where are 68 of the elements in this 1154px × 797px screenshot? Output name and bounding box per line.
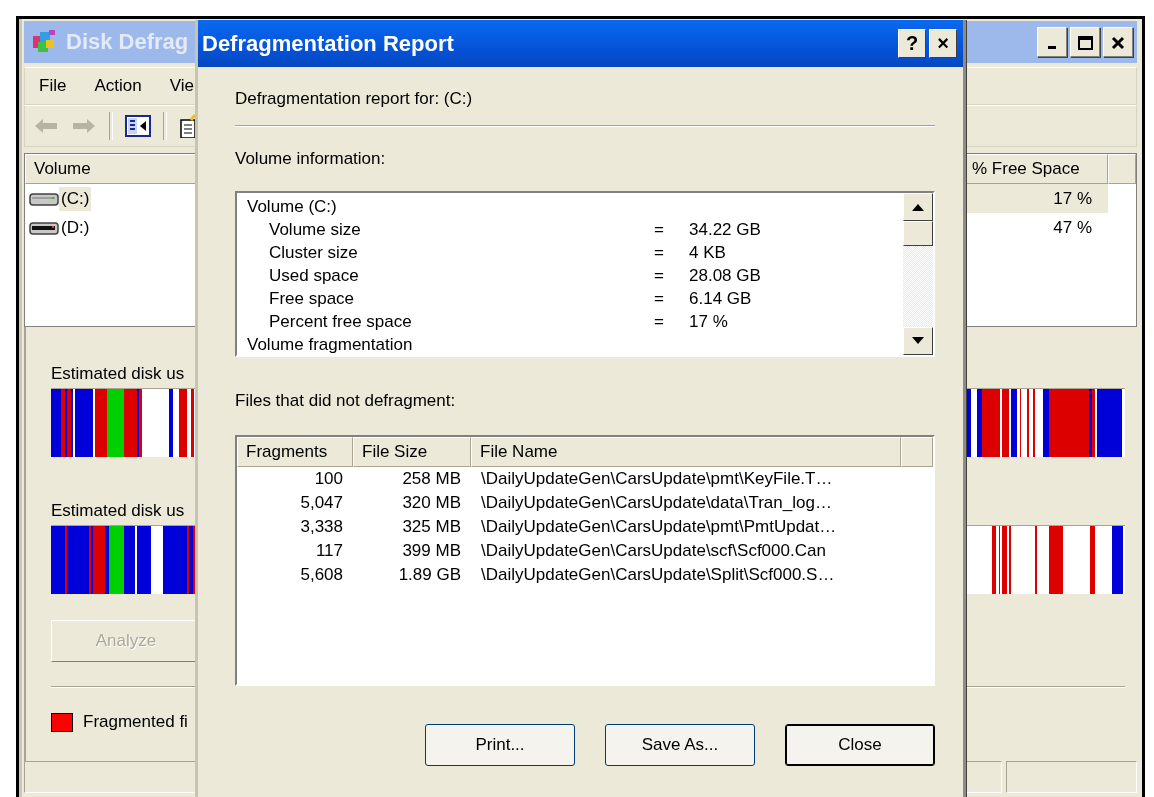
report-heading: Defragmentation report for: (C:) — [235, 89, 474, 110]
drive-icon — [29, 190, 59, 207]
scroll-up-button[interactable] — [903, 193, 933, 221]
help-button[interactable]: ? — [898, 29, 926, 58]
equals-sign: = — [654, 288, 665, 310]
minimize-icon — [1048, 46, 1056, 49]
section-label: Files that did not defragment: — [235, 391, 457, 411]
maximize-button[interactable] — [1070, 27, 1100, 57]
info-label: Used space — [268, 265, 360, 287]
column-header[interactable]: File Name — [471, 437, 901, 467]
scroll-thumb[interactable] — [903, 221, 933, 246]
properties-icon[interactable] — [179, 114, 197, 138]
info-label: Volume size — [268, 219, 362, 241]
column-header[interactable]: Fragments — [237, 437, 353, 467]
down-arrow-icon — [912, 337, 924, 345]
info-label: Cluster size — [268, 242, 359, 264]
table-cell-text: 258 MB — [401, 469, 462, 489]
equals-sign: = — [654, 219, 665, 241]
section-label: Estimated disk us — [51, 500, 185, 521]
table-cell-text: \DailyUpdateGen\CarsUpdate\scf\Scf000.Can — [480, 541, 826, 561]
drive-icon — [29, 219, 59, 236]
table-cell-text: 117 — [314, 541, 344, 561]
table-cell-text: 320 MB — [401, 493, 462, 513]
close-button[interactable]: × — [929, 29, 957, 58]
info-value: 28.08 GB — [689, 265, 761, 287]
list-item[interactable]: (C:) — [59, 186, 92, 211]
info-value: 17 % — [689, 311, 728, 333]
menu-item[interactable]: File — [25, 76, 81, 96]
maximize-icon — [1077, 34, 1093, 51]
equals-sign: = — [654, 242, 665, 264]
up-arrow-icon — [912, 203, 924, 211]
close-button[interactable] — [1103, 27, 1133, 57]
table-cell-text: 5,608 — [299, 565, 344, 585]
table-cell-text: \DailyUpdateGen\CarsUpdate\data\Tran_log… — [480, 493, 832, 513]
equals-sign: = — [654, 265, 665, 287]
info-label: Free space — [268, 288, 356, 310]
close-icon — [1110, 34, 1126, 51]
section-label: Estimated disk us — [51, 363, 185, 384]
equals-sign: = — [654, 311, 665, 333]
list-item[interactable]: (D:) — [59, 215, 92, 240]
table-cell-text: 100 — [313, 469, 344, 489]
legend-label: Fragmented fi — [83, 712, 188, 732]
column-header[interactable]: File Size — [353, 437, 471, 467]
table-cell-text: \DailyUpdateGen\CarsUpdate\pmt\PmtUpdat… — [480, 517, 837, 537]
info-value: 4 KB — [689, 242, 726, 264]
minimize-button[interactable] — [1037, 27, 1067, 57]
table-cell-text: 47 % — [1052, 217, 1093, 239]
info-heading: Volume fragmentation — [247, 334, 414, 356]
table-cell-text: 5,047 — [299, 493, 344, 513]
info-value: 6.14 GB — [689, 288, 752, 310]
info-heading: Volume (C:) — [247, 196, 338, 218]
table-cell-text: 1.89 GB — [397, 565, 462, 585]
scroll-down-button[interactable] — [903, 327, 933, 355]
window-title: Disk Defrag — [66, 29, 189, 55]
info-label: Percent free space — [268, 311, 413, 333]
section-label: Volume information: — [235, 149, 387, 169]
dialog-title: Defragmentation Report — [202, 30, 455, 57]
save-as-button[interactable]: Save As... — [605, 724, 755, 766]
table-cell-text: 399 MB — [401, 541, 462, 561]
table-cell-text: \DailyUpdateGen\CarsUpdate\pmt\KeyFile.T… — [480, 469, 833, 489]
table-cell-text: 325 MB — [401, 517, 462, 537]
console-tree-icon[interactable] — [125, 114, 151, 138]
table-cell-text: 3,338 — [299, 517, 344, 537]
print-button[interactable]: Print... — [425, 724, 575, 766]
table-cell-text: \DailyUpdateGen\CarsUpdate\Split\Scf000.S… — [480, 565, 835, 585]
info-value: 34.22 GB — [689, 219, 761, 241]
menu-item[interactable]: Action — [80, 76, 156, 96]
close-button[interactable]: Close — [785, 724, 935, 766]
